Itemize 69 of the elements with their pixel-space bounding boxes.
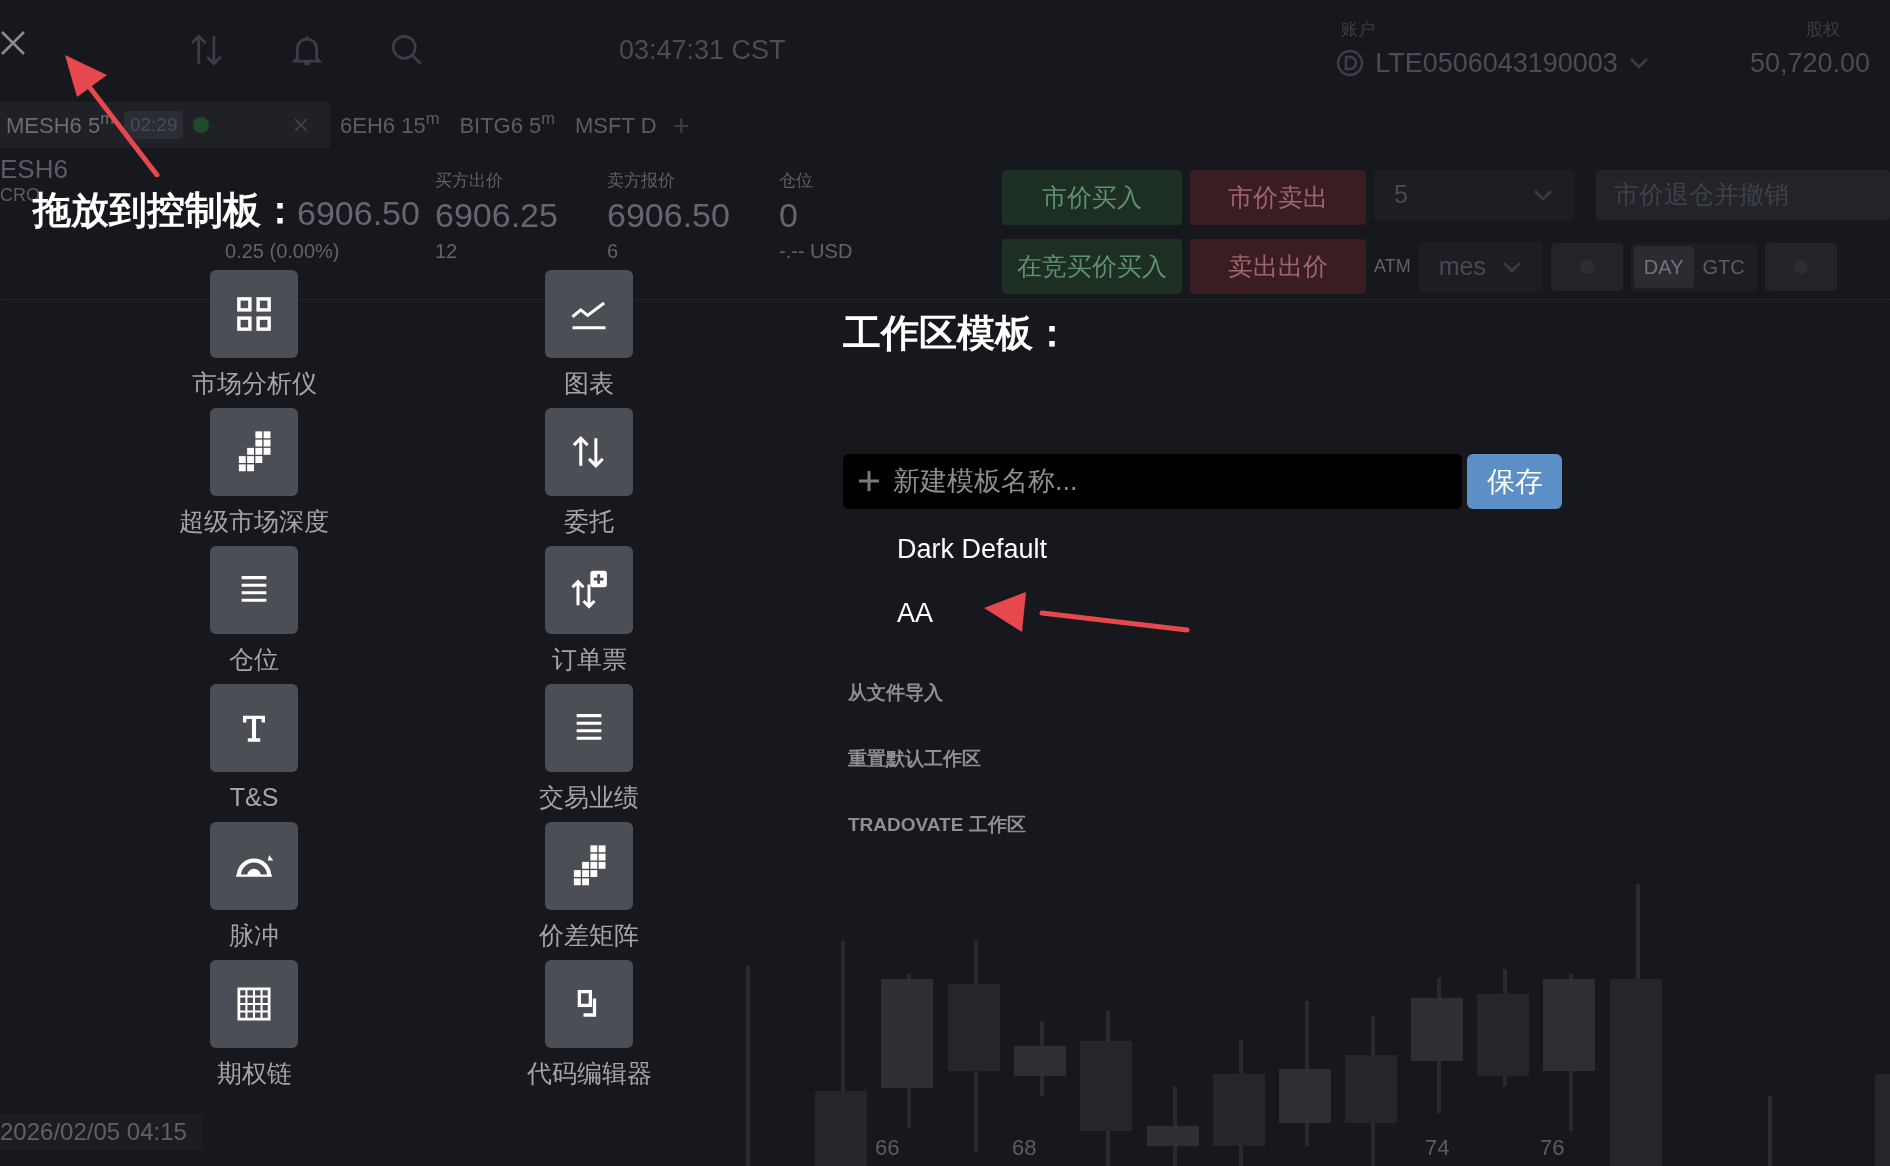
- module-tile[interactable]: [545, 546, 633, 634]
- template-item[interactable]: Dark Default: [897, 529, 1563, 569]
- module-label: 期权链: [216, 1058, 292, 1088]
- chart-timestamp: 2026/02/05 04:15: [0, 1114, 203, 1150]
- template-item[interactable]: AA: [897, 593, 1563, 633]
- chevron-down-icon: [1532, 188, 1554, 202]
- price-axis-label: 74: [1425, 1134, 1450, 1162]
- module-tile[interactable]: [545, 684, 633, 772]
- equity-value: 50,720.00: [1749, 46, 1870, 80]
- add-tab-button[interactable]: +: [672, 102, 691, 148]
- module-label: 代码编辑器: [526, 1058, 652, 1088]
- chevron-down-icon: [1500, 259, 1523, 274]
- module-label: T&S: [229, 782, 279, 812]
- quote-value: 6906.50: [607, 194, 731, 236]
- module-label: 脉冲: [229, 920, 279, 950]
- account-selector[interactable]: LTE0506043190003: [1335, 42, 1650, 83]
- atm-label: ATM: [1374, 255, 1411, 278]
- last-price: 6906.50: [297, 196, 421, 230]
- order-button[interactable]: 在竞买价买入: [1002, 239, 1182, 294]
- module-label: 仓位: [229, 644, 279, 674]
- chart-tab[interactable]: BITG6 5$^{m}$: [449, 102, 566, 148]
- quote-subvalue: -.-- USD: [779, 239, 854, 264]
- price-axis-label: 76: [1540, 1134, 1565, 1162]
- quote-label: 卖方报价: [607, 170, 676, 192]
- module-tile[interactable]: [210, 408, 298, 496]
- template-action-link[interactable]: TRADOVATE 工作区: [848, 813, 1563, 837]
- chart-tab[interactable]: MSFT D: [565, 102, 667, 148]
- price-change: 0.25 (0.00%): [225, 239, 341, 264]
- module-tile[interactable]: [210, 546, 298, 634]
- order-button[interactable]: 卖出出价: [1190, 239, 1366, 294]
- module-label: 委托: [564, 506, 614, 536]
- clock-time: 03:47:31 CST: [619, 33, 786, 67]
- module-tile[interactable]: [545, 960, 633, 1048]
- module-tile[interactable]: [545, 408, 633, 496]
- module-tile[interactable]: [210, 822, 298, 910]
- coin-icon: [1335, 47, 1366, 78]
- templates-title: 工作区模板：: [843, 311, 1072, 356]
- quote-subvalue: 12: [435, 239, 459, 264]
- tif-toggle[interactable]: DAY: [1633, 245, 1694, 288]
- chart-tab[interactable]: 6EH6 15$^{m}$: [330, 102, 450, 148]
- module-tile[interactable]: [210, 684, 298, 772]
- chevron-down-icon: [1627, 55, 1650, 70]
- module-tile[interactable]: [545, 822, 633, 910]
- quote-value: 6906.25: [435, 194, 559, 236]
- order-button[interactable]: 市价买入: [1002, 170, 1182, 225]
- price-axis-label: 66: [875, 1134, 900, 1162]
- quote-label: 买方出价: [435, 170, 504, 192]
- module-label: 超级市场深度: [179, 506, 329, 536]
- tif-toggle[interactable]: GTC: [1693, 245, 1754, 288]
- plus-icon: [857, 469, 881, 493]
- module-tile[interactable]: [210, 270, 298, 358]
- save-button[interactable]: 保存: [1467, 454, 1562, 509]
- template-name-field[interactable]: 新建模板名称...: [843, 454, 1462, 509]
- quote-value: 0: [779, 194, 799, 236]
- template-action-link[interactable]: 重置默认工作区: [848, 747, 1563, 771]
- price-axis-label: 68: [1012, 1134, 1037, 1162]
- quote-subvalue: 6: [607, 239, 620, 264]
- template-action-link[interactable]: 从文件导入: [848, 681, 1563, 705]
- module-label: 订单票: [551, 644, 627, 674]
- module-label: 市场分析仪: [191, 368, 317, 398]
- module-tile[interactable]: [545, 270, 633, 358]
- module-label: 交易业绩: [539, 782, 639, 812]
- order-button[interactable]: 市价卖出: [1190, 170, 1366, 225]
- close-icon[interactable]: [0, 30, 26, 56]
- module-tile[interactable]: [210, 960, 298, 1048]
- quote-label: 仓位: [779, 170, 814, 192]
- module-label: 价差矩阵: [539, 920, 639, 950]
- symbol-label: ESH6: [0, 156, 69, 182]
- module-label: 图表: [564, 368, 614, 398]
